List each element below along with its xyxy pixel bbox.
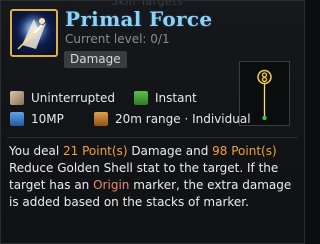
instant-icon xyxy=(134,91,148,105)
attribute-label: 10MP xyxy=(31,112,64,126)
skill-tooltip: Skill Targets Primal Force Current level… xyxy=(0,0,305,244)
attribute-label: 20m range · Individual xyxy=(115,112,251,126)
attribute-label: Uninterrupted xyxy=(31,91,115,105)
current-level: Current level: 0/1 xyxy=(65,32,170,46)
attribute-mp-cost: 10MP xyxy=(10,112,64,126)
level-label: Current level: xyxy=(65,32,147,46)
mp-cost-icon xyxy=(10,112,24,126)
section-divider xyxy=(7,137,298,138)
uninterrupted-icon xyxy=(10,91,24,105)
skill-title: Primal Force xyxy=(65,7,213,31)
skill-type-tag: Damage xyxy=(64,51,127,68)
description-text: Damage and xyxy=(127,144,213,158)
attribute-instant: Instant xyxy=(134,91,197,105)
reduce-value: 98 Point(s) xyxy=(212,144,277,158)
attribute-label: Instant xyxy=(155,91,197,105)
description-text: You deal xyxy=(9,144,63,158)
range-icon xyxy=(94,112,108,126)
damage-value: 21 Point(s) xyxy=(63,144,128,158)
origin-keyword: Origin xyxy=(93,178,130,192)
primal-force-skill-icon xyxy=(10,9,58,57)
skill-description: You deal 21 Point(s) Damage and 98 Point… xyxy=(9,143,301,211)
attribute-range: 20m range · Individual xyxy=(94,112,251,126)
level-value: 0/1 xyxy=(150,32,170,46)
attribute-uninterrupted: Uninterrupted xyxy=(10,91,115,105)
